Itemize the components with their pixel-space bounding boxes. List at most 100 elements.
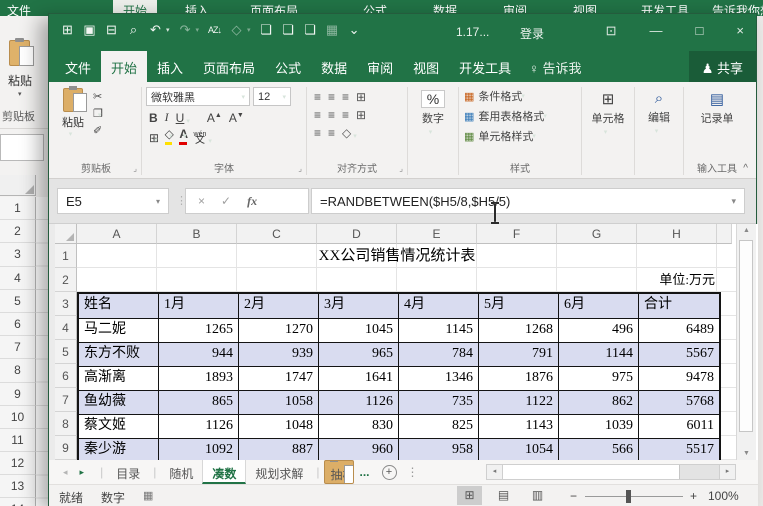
comment-delete-icon[interactable]: ❏ — [304, 22, 317, 38]
header-cell[interactable]: 1月 — [159, 294, 239, 318]
bg-row-header[interactable]: 2 — [0, 220, 36, 244]
collapse-ribbon-icon[interactable]: ^ — [743, 163, 748, 174]
comment-previous-icon[interactable]: ❏ — [260, 22, 273, 38]
align-middle-icon[interactable]: ≡ — [328, 90, 335, 104]
row-header-4[interactable]: 4 — [55, 316, 77, 340]
cell-value[interactable]: 865 — [159, 391, 239, 414]
paste-button[interactable]: 粘贴 ▾ — [53, 84, 93, 163]
font-name-dropdown-icon[interactable]: ▾ — [241, 93, 245, 101]
sort-az-icon[interactable]: AZ↓ — [208, 25, 222, 35]
cell-name[interactable]: 马二妮 — [79, 319, 159, 342]
form-tool-icon[interactable]: ⊞ — [61, 22, 74, 38]
wrap-text-icon[interactable]: ⊞ — [356, 90, 366, 104]
copy-icon[interactable]: ❐▾ — [93, 107, 103, 120]
comment-next-icon[interactable]: ❏ — [282, 22, 295, 38]
cell-value[interactable]: 1145 — [399, 319, 479, 342]
align-bottom-icon[interactable]: ≡ — [342, 90, 349, 104]
row-header-2[interactable]: 2 — [55, 268, 77, 292]
cell-name[interactable]: 蔡文姬 — [79, 415, 159, 438]
cell-value[interactable]: 1126 — [319, 391, 399, 414]
column-header-f[interactable]: F — [477, 224, 557, 244]
tell-me-box[interactable]: ♀ 告诉我 — [521, 51, 589, 82]
page-break-view-icon[interactable]: ▥ — [525, 486, 550, 505]
header-cell[interactable]: 姓名 — [79, 294, 159, 318]
cell-value[interactable]: 1893 — [159, 367, 239, 390]
undo-dropdown-icon[interactable]: ▾ — [166, 26, 170, 34]
cell-value[interactable]: 825 — [399, 415, 479, 438]
row-header-9[interactable]: 9 — [55, 436, 77, 460]
header-cell[interactable]: 6月 — [559, 294, 639, 318]
scroll-up-icon[interactable]: ▲ — [737, 227, 756, 234]
close-icon[interactable]: × — [736, 23, 744, 39]
unit-note-cell[interactable]: 单位:万元 — [635, 268, 715, 292]
cell-total[interactable]: 9478 — [639, 367, 719, 390]
undo-icon[interactable]: ↶ — [149, 22, 162, 38]
cell-value[interactable]: 791 — [479, 343, 559, 366]
vertical-scrollbar[interactable]: ▲ ▼ — [736, 224, 756, 460]
cell-value[interactable]: 735 — [399, 391, 479, 414]
font-size-combo[interactable]: 12 ▾ — [253, 87, 291, 106]
cell-value[interactable]: 1346 — [399, 367, 479, 390]
phonetic-dropdown-icon[interactable]: ▾ — [208, 137, 212, 145]
bg-select-all-corner[interactable] — [0, 175, 36, 196]
phonetic-guide-button[interactable]: wén 文 — [194, 131, 207, 146]
increase-indent-icon[interactable]: ≡ — [328, 126, 335, 140]
shrink-font-button[interactable]: A▼ — [229, 111, 244, 125]
scroll-down-icon[interactable]: ▼ — [737, 450, 756, 457]
font-color-button[interactable]: A▾ — [179, 128, 188, 145]
editing-group-button[interactable]: ⌕ 编辑 ▾ — [637, 84, 681, 135]
sheet-title-cell[interactable]: XX公司销售情况统计表 — [77, 244, 717, 268]
cell-value[interactable]: 965 — [319, 343, 399, 366]
font-size-dropdown-icon[interactable]: ▾ — [282, 93, 286, 101]
tab-file[interactable]: 文件 — [55, 51, 101, 82]
cell-value[interactable]: 944 — [159, 343, 239, 366]
cell-name[interactable]: 鱼幼薇 — [79, 391, 159, 414]
cell-value[interactable]: 1144 — [559, 343, 639, 366]
cell-value[interactable]: 1268 — [479, 319, 559, 342]
column-header-a[interactable]: A — [77, 224, 157, 244]
bg-row-header[interactable]: 4 — [0, 266, 36, 290]
bg-row-header[interactable]: 1 — [0, 197, 36, 221]
zoom-level[interactable]: 100% — [708, 489, 739, 503]
align-center-icon[interactable]: ≡ — [328, 108, 335, 122]
row-header-5[interactable]: 5 — [55, 340, 77, 364]
row-header-7[interactable]: 7 — [55, 388, 77, 412]
column-header-b[interactable]: B — [157, 224, 237, 244]
header-cell[interactable]: 5月 — [479, 294, 559, 318]
cell-total[interactable]: 6011 — [639, 415, 719, 438]
name-box-dropdown-icon[interactable]: ▾ — [156, 197, 160, 206]
horizontal-scrollbar[interactable]: ◂ ▸ — [486, 464, 736, 480]
cell-value[interactable]: 784 — [399, 343, 479, 366]
tab-view[interactable]: 视图 — [403, 51, 449, 82]
sheet-tab-active[interactable]: 凑数 — [202, 460, 247, 484]
bg-row-header[interactable]: 14 — [0, 498, 36, 506]
bold-button[interactable]: B — [149, 111, 158, 125]
column-header-d[interactable]: D — [317, 224, 397, 244]
tab-review[interactable]: 审阅 — [357, 51, 403, 82]
cell-value[interactable]: 887 — [239, 439, 319, 460]
cell-value[interactable]: 1641 — [319, 367, 399, 390]
cell-total[interactable]: 5567 — [639, 343, 719, 366]
sheetbar-options-icon[interactable]: ⋮ — [407, 465, 419, 479]
sign-in-button[interactable]: 登录 — [520, 25, 544, 42]
cell-value[interactable]: 1270 — [239, 319, 319, 342]
bg-row-header[interactable]: 9 — [0, 382, 36, 406]
borders-button[interactable]: ⊞▾ — [149, 131, 159, 145]
bg-row-header[interactable]: 7 — [0, 336, 36, 360]
merge-center-icon[interactable]: ⊞ — [356, 108, 366, 122]
alignment-dialog-launcher-icon[interactable]: ⌟ — [399, 162, 403, 175]
bg-row-header[interactable]: 8 — [0, 359, 36, 383]
fill-color-button[interactable]: ◇▾ — [164, 128, 174, 145]
minimize-icon[interactable]: — — [650, 23, 663, 39]
cell-value[interactable]: 1048 — [239, 415, 319, 438]
maximize-icon[interactable]: □ — [696, 23, 704, 39]
column-header-e[interactable]: E — [397, 224, 477, 244]
cell-name[interactable]: 秦少游 — [79, 439, 159, 460]
underline-dropdown-icon[interactable]: ▾ — [186, 117, 190, 125]
align-top-icon[interactable]: ≡ — [314, 90, 321, 104]
sheet-nav-right-icon[interactable]: ▸ — [80, 467, 85, 478]
font-dialog-launcher-icon[interactable]: ⌟ — [298, 162, 302, 175]
cell-value[interactable]: 1747 — [239, 367, 319, 390]
paste-dropdown-icon[interactable]: ▾ — [69, 130, 73, 138]
tab-pagelayout[interactable]: 页面布局 — [193, 51, 265, 82]
